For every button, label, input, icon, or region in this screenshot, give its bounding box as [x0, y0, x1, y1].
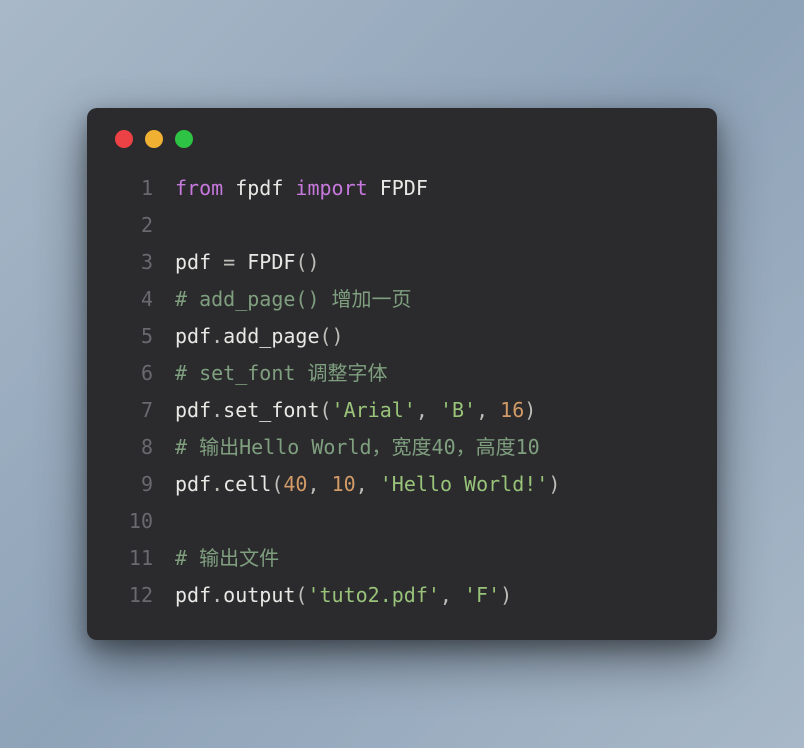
code-window: 1 from fpdf import FPDF 2 3 pdf = FPDF() 4 # …: [87, 108, 717, 640]
code-line: 4 # add_page() 增加一页: [113, 281, 691, 318]
line-number: 6: [113, 355, 153, 392]
line-content: pdf.add_page(): [175, 318, 344, 355]
close-icon[interactable]: [115, 130, 133, 148]
line-number: 3: [113, 244, 153, 281]
line-number: 9: [113, 466, 153, 503]
line-content: # 输出文件: [175, 540, 279, 577]
line-number: 12: [113, 577, 153, 614]
line-content: from fpdf import FPDF: [175, 170, 428, 207]
line-number: 7: [113, 392, 153, 429]
window-titlebar: [113, 130, 691, 148]
line-number: 8: [113, 429, 153, 466]
code-line: 11 # 输出文件: [113, 540, 691, 577]
line-number: 11: [113, 540, 153, 577]
code-line: 3 pdf = FPDF(): [113, 244, 691, 281]
line-content: [175, 207, 187, 244]
line-content: # set_font 调整字体: [175, 355, 387, 392]
code-line: 9 pdf.cell(40, 10, 'Hello World!'): [113, 466, 691, 503]
code-line: 12 pdf.output('tuto2.pdf', 'F'): [113, 577, 691, 614]
line-number: 4: [113, 281, 153, 318]
line-content: [175, 503, 187, 540]
maximize-icon[interactable]: [175, 130, 193, 148]
code-line: 5 pdf.add_page(): [113, 318, 691, 355]
minimize-icon[interactable]: [145, 130, 163, 148]
code-line: 2: [113, 207, 691, 244]
line-content: pdf.cell(40, 10, 'Hello World!'): [175, 466, 560, 503]
code-line: 1 from fpdf import FPDF: [113, 170, 691, 207]
code-line: 10: [113, 503, 691, 540]
code-line: 8 # 输出Hello World，宽度40，高度10: [113, 429, 691, 466]
code-line: 7 pdf.set_font('Arial', 'B', 16): [113, 392, 691, 429]
line-content: pdf = FPDF(): [175, 244, 320, 281]
code-line: 6 # set_font 调整字体: [113, 355, 691, 392]
line-number: 10: [113, 503, 153, 540]
line-content: # add_page() 增加一页: [175, 281, 412, 318]
line-content: pdf.output('tuto2.pdf', 'F'): [175, 577, 512, 614]
line-content: # 输出Hello World，宽度40，高度10: [175, 429, 540, 466]
line-content: pdf.set_font('Arial', 'B', 16): [175, 392, 536, 429]
line-number: 2: [113, 207, 153, 244]
line-number: 1: [113, 170, 153, 207]
line-number: 5: [113, 318, 153, 355]
code-block: 1 from fpdf import FPDF 2 3 pdf = FPDF() 4 # …: [113, 170, 691, 614]
